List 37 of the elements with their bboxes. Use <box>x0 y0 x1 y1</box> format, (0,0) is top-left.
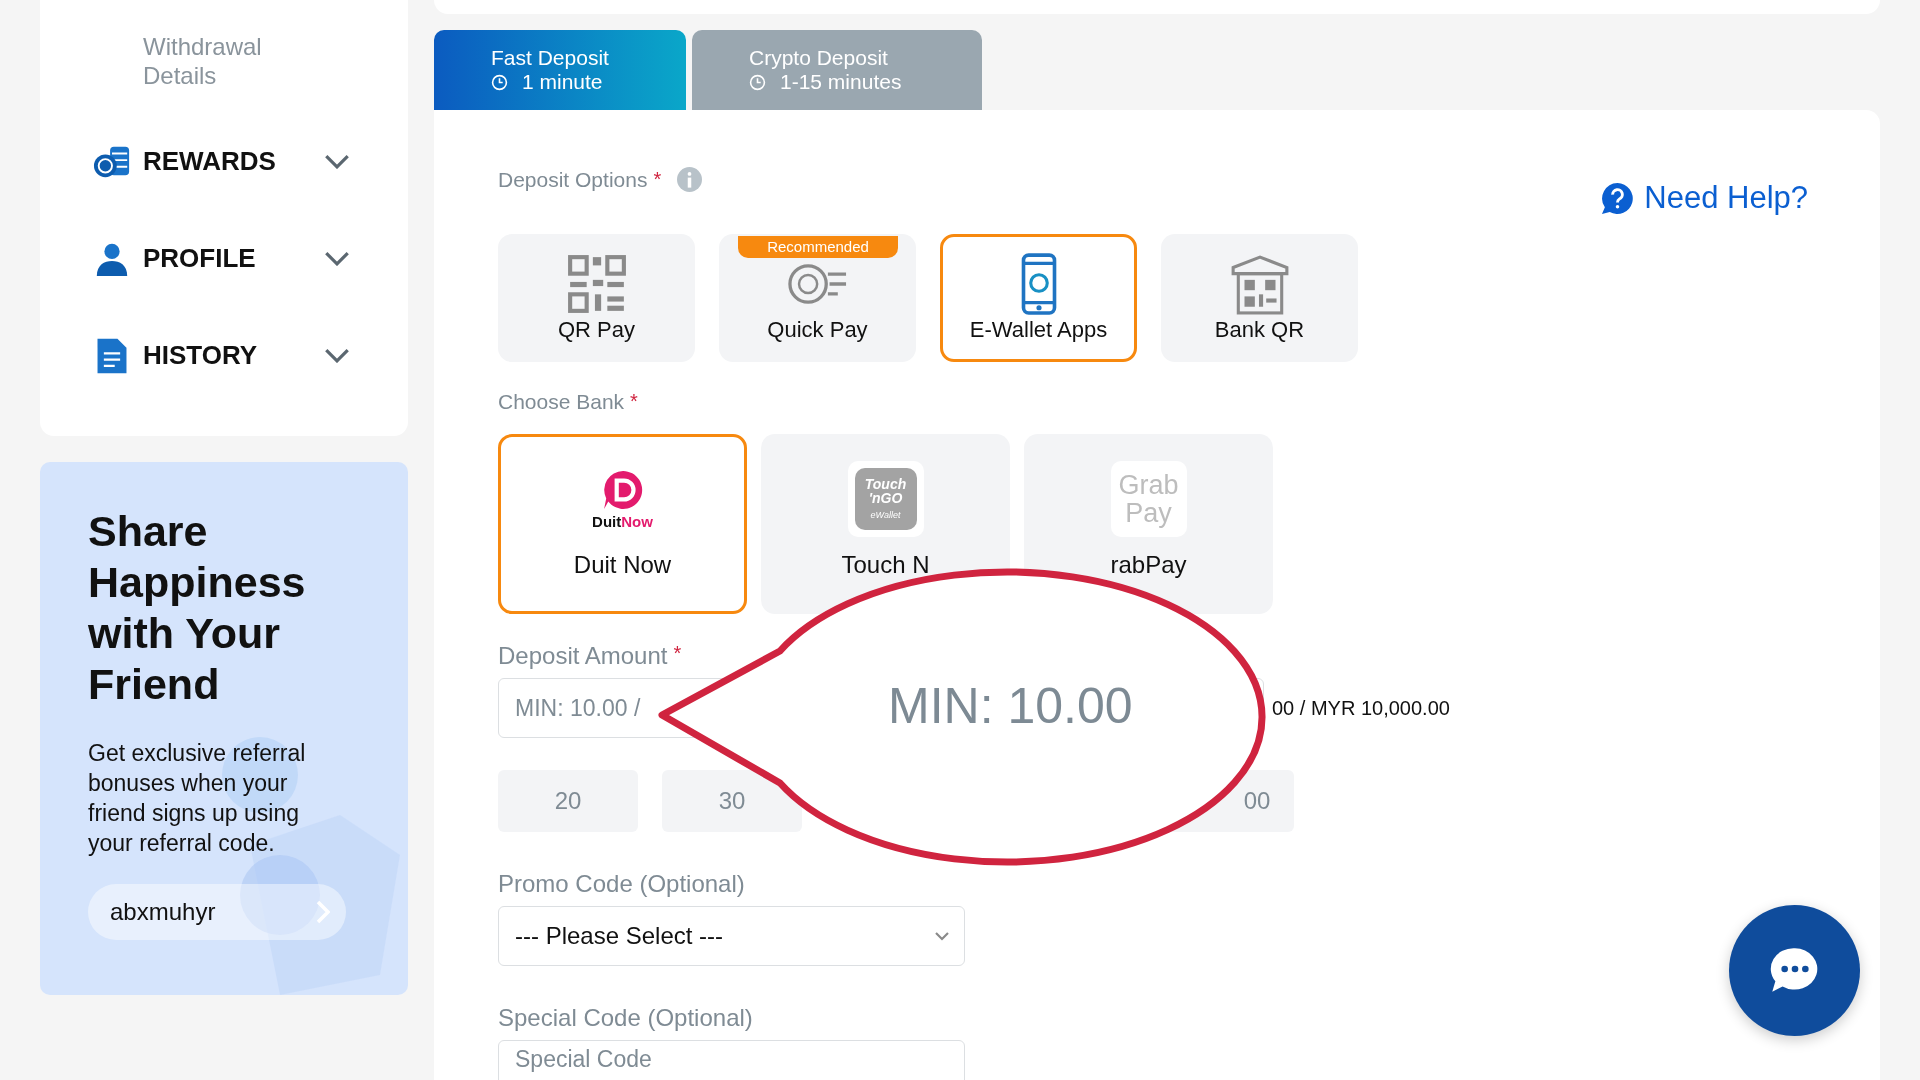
clock-icon <box>491 73 508 91</box>
referral-description: Get exclusive referral bonuses when your friend signs up using your referral code. <box>88 739 307 858</box>
recommended-badge: Recommended <box>738 236 898 258</box>
chevron-right-icon <box>316 900 330 924</box>
chevron-icon <box>324 348 350 363</box>
sidebar-section[interactable]: PROFILE <box>40 210 408 307</box>
bank-logo: Grab Pay <box>1110 461 1187 537</box>
chevron-icon <box>934 931 950 941</box>
required-mark: * <box>673 642 682 665</box>
field-label: Deposit Amount <box>498 642 668 670</box>
help-icon <box>1601 181 1635 215</box>
field-label: Deposit Options <box>498 168 648 192</box>
amount-limit-text: 00 / MYR 10,000.00 <box>1272 696 1450 720</box>
bank-logo: Touch 'nGO eWallet <box>847 461 924 537</box>
sidebar-section[interactable]: REWARDS <box>40 113 408 210</box>
duitnow-mark-icon <box>601 468 644 511</box>
clock-icon <box>749 73 766 91</box>
special-code-field[interactable]: Special Code <box>498 1040 965 1080</box>
required-mark: * <box>630 390 638 413</box>
deposit-option-tile[interactable]: Recommended Quick Pay <box>719 234 916 362</box>
field-label: Promo Code (Optional) <box>498 870 746 898</box>
deposit-tab[interactable]: Fast Deposit 1 minute <box>434 30 686 110</box>
chevron-icon <box>324 154 350 169</box>
need-help-link[interactable]: Need Help? <box>1601 180 1808 216</box>
deposit-option-tile[interactable]: Bank QR <box>1161 234 1358 362</box>
referral-title: Share Happiness with Your Friend <box>88 506 307 710</box>
referral-code-field[interactable]: abxmuhyr <box>88 884 346 940</box>
required-mark: * <box>653 168 662 191</box>
promo-code-dropdown[interactable]: --- Please Select --- <box>498 906 965 966</box>
field-label: Choose Bank <box>498 390 625 414</box>
deposit-option-tile[interactable]: QR Pay <box>498 234 695 362</box>
field-label: Special Code (Optional) <box>498 1004 754 1032</box>
sidebar-section[interactable]: HISTORY <box>40 307 408 404</box>
callout-text: MIN: 10.00 <box>888 677 1133 735</box>
bank-tile[interactable]: DuitNow Duit Now <box>498 434 747 614</box>
deposit-option-tile[interactable]: E-Wallet Apps <box>940 234 1137 362</box>
chevron-icon <box>324 251 350 266</box>
